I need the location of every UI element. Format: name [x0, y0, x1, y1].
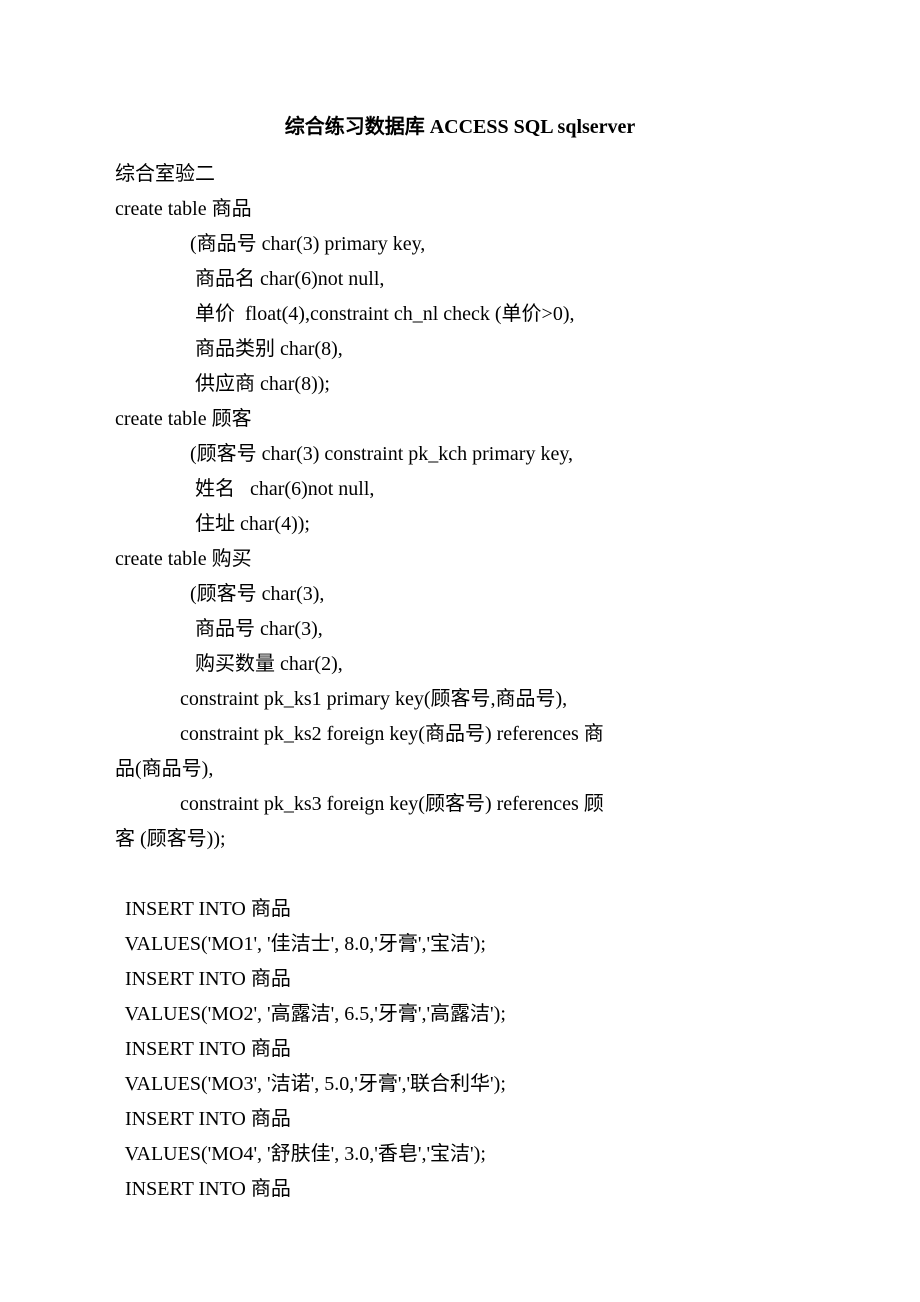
code-line: 商品名 char(6)not null, — [115, 262, 805, 297]
document-page: 综合练习数据库 ACCESS SQL sqlserver 综合室验二create… — [0, 0, 920, 1302]
document-title: 综合练习数据库 ACCESS SQL sqlserver — [115, 110, 805, 145]
code-line: 商品号 char(3), — [115, 612, 805, 647]
code-line: INSERT INTO 商品 — [115, 962, 805, 997]
code-line: (商品号 char(3) primary key, — [115, 227, 805, 262]
code-line: 单价 float(4),constraint ch_nl check (单价>0… — [115, 297, 805, 332]
code-line: (顾客号 char(3) constraint pk_kch primary k… — [115, 437, 805, 472]
code-line: create table 购买 — [115, 542, 805, 577]
code-line: VALUES('MO3', '洁诺', 5.0,'牙膏','联合利华'); — [115, 1067, 805, 1102]
code-line: 品(商品号), — [115, 752, 805, 787]
code-line: INSERT INTO 商品 — [115, 1032, 805, 1067]
code-line: 购买数量 char(2), — [115, 647, 805, 682]
code-line: (顾客号 char(3), — [115, 577, 805, 612]
code-line: INSERT INTO 商品 — [115, 1102, 805, 1137]
code-line: VALUES('MO1', '佳洁士', 8.0,'牙膏','宝洁'); — [115, 927, 805, 962]
code-line: 住址 char(4)); — [115, 507, 805, 542]
code-line: INSERT INTO 商品 — [115, 892, 805, 927]
code-line — [115, 857, 805, 892]
code-line: create table 顾客 — [115, 402, 805, 437]
code-line: 客 (顾客号)); — [115, 822, 805, 857]
code-line: VALUES('MO4', '舒肤佳', 3.0,'香皂','宝洁'); — [115, 1137, 805, 1172]
code-line: 姓名 char(6)not null, — [115, 472, 805, 507]
code-line: create table 商品 — [115, 192, 805, 227]
document-body: 综合室验二create table 商品 (商品号 char(3) primar… — [115, 157, 805, 1207]
code-line: 商品类别 char(8), — [115, 332, 805, 367]
code-line: constraint pk_ks3 foreign key(顾客号) refer… — [115, 787, 805, 822]
code-line: VALUES('MO2', '高露洁', 6.5,'牙膏','高露洁'); — [115, 997, 805, 1032]
code-line: constraint pk_ks1 primary key(顾客号,商品号), — [115, 682, 805, 717]
code-line: 供应商 char(8)); — [115, 367, 805, 402]
code-line: constraint pk_ks2 foreign key(商品号) refer… — [115, 717, 805, 752]
code-line: INSERT INTO 商品 — [115, 1172, 805, 1207]
code-line: 综合室验二 — [115, 157, 805, 192]
